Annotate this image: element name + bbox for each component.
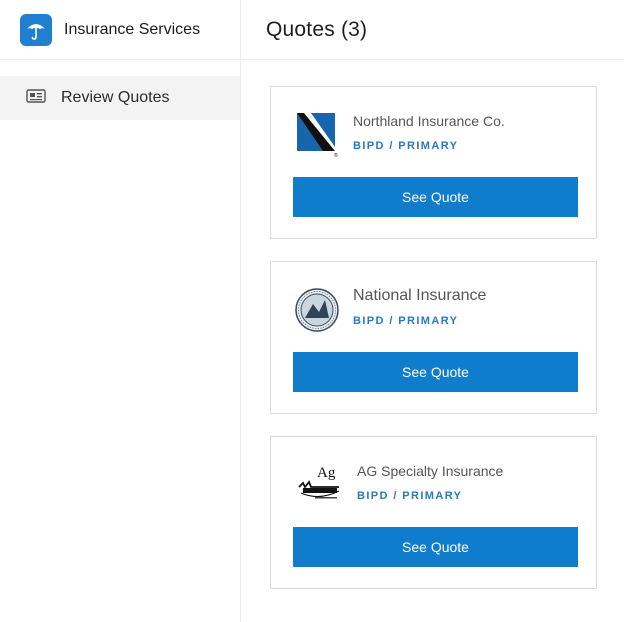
app-header: Insurance Services xyxy=(0,0,240,60)
main-header: Quotes (3) xyxy=(241,0,624,60)
sidebar-item-review-quotes[interactable]: Review Quotes xyxy=(0,76,240,120)
sidebar: Insurance Services Review Quotes xyxy=(0,0,241,622)
ag-specialty-logo: Ag xyxy=(295,461,343,509)
company-name: National Insurance xyxy=(353,287,487,304)
page-title: Quotes (3) xyxy=(266,17,368,41)
coverage-tag: BIPD / PRIMARY xyxy=(357,490,463,502)
coverage-tag: BIPD / PRIMARY xyxy=(353,315,459,327)
svg-text:®: ® xyxy=(334,152,338,159)
id-card-icon xyxy=(26,88,46,108)
quote-card: Ag AG Specialty Insurance BIPD / PRIMARY… xyxy=(270,436,597,589)
app-title: Insurance Services xyxy=(64,20,201,38)
quote-card: National Insurance BIPD / PRIMARY See Qu… xyxy=(270,261,597,414)
svg-text:Ag: Ag xyxy=(317,465,336,481)
umbrella-icon xyxy=(20,13,52,46)
national-seal-logo xyxy=(295,286,339,334)
main-content: Quotes (3) ® Northland Insurance Co. BIP… xyxy=(241,0,624,622)
see-quote-button[interactable]: See Quote xyxy=(293,527,578,567)
sidebar-item-label: Review Quotes xyxy=(61,89,170,106)
see-quote-button[interactable]: See Quote xyxy=(293,177,578,217)
coverage-tag: BIPD / PRIMARY xyxy=(353,140,459,152)
see-quote-button[interactable]: See Quote xyxy=(293,352,578,392)
quote-card: ® Northland Insurance Co. BIPD / PRIMARY… xyxy=(270,86,597,239)
company-name: Northland Insurance Co. xyxy=(353,113,505,129)
company-name: AG Specialty Insurance xyxy=(357,463,504,479)
northland-logo: ® xyxy=(295,111,339,159)
